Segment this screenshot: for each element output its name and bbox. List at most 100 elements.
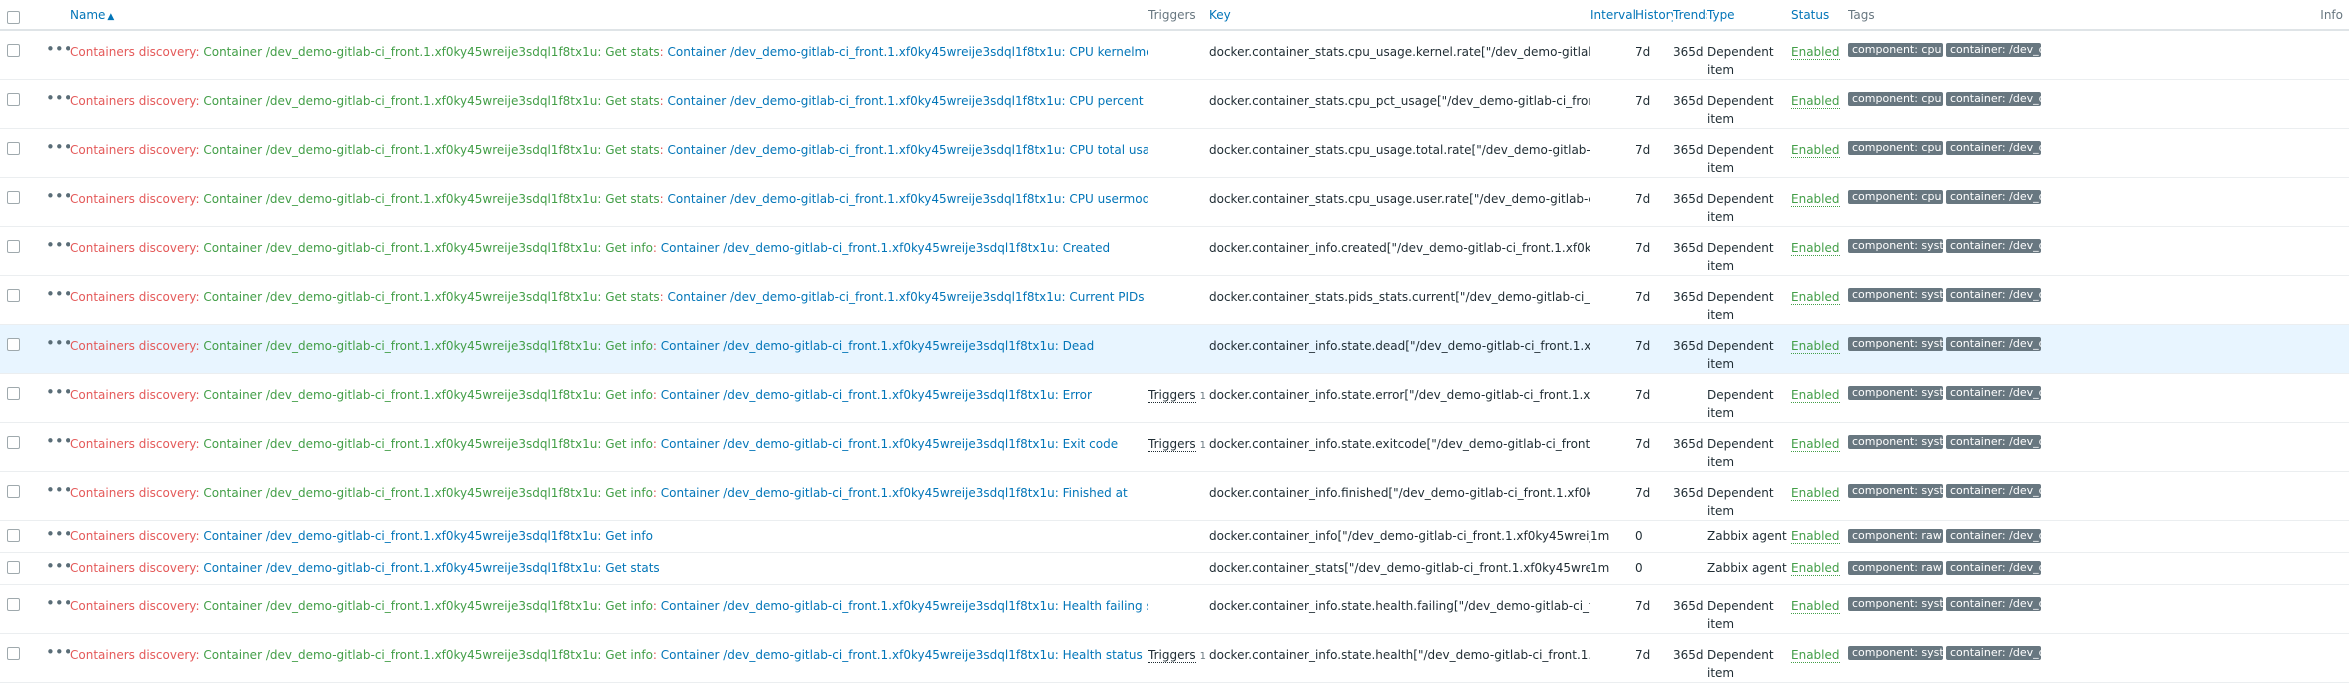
- more-actions-icon[interactable]: •••: [40, 634, 70, 661]
- discovery-rule-link[interactable]: Containers discovery: [70, 529, 196, 543]
- tag-badge[interactable]: component: cpu: [1848, 190, 1943, 204]
- discovery-rule-link[interactable]: Containers discovery: [70, 599, 196, 613]
- status-toggle[interactable]: Enabled: [1791, 437, 1840, 452]
- tag-badge[interactable]: component: system: [1848, 435, 1943, 449]
- more-actions-icon[interactable]: •••: [40, 129, 70, 156]
- more-actions-icon[interactable]: •••: [40, 31, 70, 58]
- more-actions-icon[interactable]: •••: [40, 276, 70, 303]
- item-name-link[interactable]: Container /dev_demo-gitlab-ci_front.1.xf…: [668, 290, 1148, 304]
- tag-badge[interactable]: container: /dev_demo-...: [1946, 288, 2041, 302]
- row-checkbox[interactable]: [7, 191, 20, 204]
- master-item-link[interactable]: Container /dev_demo-gitlab-ci_front.1.xf…: [203, 486, 653, 500]
- tag-badge[interactable]: container: /dev_demo-...: [1946, 43, 2041, 57]
- discovery-rule-link[interactable]: Containers discovery: [70, 45, 196, 59]
- tag-badge[interactable]: component: system: [1848, 484, 1943, 498]
- discovery-rule-link[interactable]: Containers discovery: [70, 486, 196, 500]
- key-column-header[interactable]: Key: [1209, 0, 1590, 31]
- status-column-header[interactable]: Status: [1791, 0, 1848, 31]
- tag-badge[interactable]: container: /dev_demo-...: [1946, 646, 2041, 660]
- tag-badge[interactable]: container: /dev_demo-...: [1946, 92, 2041, 106]
- item-name-link[interactable]: Container /dev_demo-gitlab-ci_front.1.xf…: [203, 561, 659, 575]
- item-name-link[interactable]: Container /dev_demo-gitlab-ci_front.1.xf…: [668, 45, 1148, 59]
- status-toggle[interactable]: Enabled: [1791, 192, 1840, 207]
- name-column-header[interactable]: Name ▲: [70, 0, 1148, 31]
- item-name-link[interactable]: Container /dev_demo-gitlab-ci_front.1.xf…: [661, 241, 1110, 255]
- tag-badge[interactable]: container: /dev_demo-...: [1946, 435, 2041, 449]
- discovery-rule-link[interactable]: Containers discovery: [70, 561, 196, 575]
- master-item-link[interactable]: Container /dev_demo-gitlab-ci_front.1.xf…: [203, 437, 653, 451]
- tag-badge[interactable]: component: system: [1848, 337, 1943, 351]
- more-actions-icon[interactable]: •••: [40, 521, 70, 543]
- more-actions-icon[interactable]: •••: [40, 325, 70, 352]
- triggers-link[interactable]: Triggers: [1148, 388, 1196, 403]
- row-checkbox[interactable]: [7, 529, 20, 542]
- more-actions-icon[interactable]: •••: [40, 80, 70, 107]
- status-toggle[interactable]: Enabled: [1791, 486, 1840, 501]
- discovery-rule-link[interactable]: Containers discovery: [70, 388, 196, 402]
- tag-badge[interactable]: container: /dev_demo-...: [1946, 386, 2041, 400]
- item-name-link[interactable]: Container /dev_demo-gitlab-ci_front.1.xf…: [661, 648, 1143, 662]
- master-item-link[interactable]: Container /dev_demo-gitlab-ci_front.1.xf…: [203, 241, 653, 255]
- row-checkbox[interactable]: [7, 436, 20, 449]
- row-checkbox[interactable]: [7, 240, 20, 253]
- tag-badge[interactable]: component: system: [1848, 288, 1943, 302]
- discovery-rule-link[interactable]: Containers discovery: [70, 648, 196, 662]
- item-name-link[interactable]: Container /dev_demo-gitlab-ci_front.1.xf…: [668, 192, 1148, 206]
- type-column-header[interactable]: Type: [1707, 0, 1791, 31]
- tag-badge[interactable]: component: cpu: [1848, 43, 1943, 57]
- master-item-link[interactable]: Container /dev_demo-gitlab-ci_front.1.xf…: [203, 599, 653, 613]
- item-name-link[interactable]: Container /dev_demo-gitlab-ci_front.1.xf…: [661, 486, 1128, 500]
- item-name-link[interactable]: Container /dev_demo-gitlab-ci_front.1.xf…: [668, 94, 1148, 108]
- tag-badge[interactable]: component: system: [1848, 597, 1943, 611]
- trends-column-header[interactable]: Trends: [1673, 0, 1707, 31]
- master-item-link[interactable]: Container /dev_demo-gitlab-ci_front.1.xf…: [203, 388, 653, 402]
- status-toggle[interactable]: Enabled: [1791, 45, 1840, 60]
- row-checkbox[interactable]: [7, 387, 20, 400]
- row-checkbox[interactable]: [7, 289, 20, 302]
- row-checkbox[interactable]: [7, 485, 20, 498]
- tag-badge[interactable]: component: cpu: [1848, 92, 1943, 106]
- more-actions-icon[interactable]: •••: [40, 585, 70, 612]
- status-toggle[interactable]: Enabled: [1791, 388, 1840, 403]
- tag-badge[interactable]: container: /dev_demo-...: [1946, 190, 2041, 204]
- select-all-checkbox[interactable]: [7, 10, 20, 24]
- more-actions-icon[interactable]: •••: [40, 227, 70, 254]
- tag-badge[interactable]: container: /dev_demo-...: [1946, 141, 2041, 155]
- discovery-rule-link[interactable]: Containers discovery: [70, 339, 196, 353]
- discovery-rule-link[interactable]: Containers discovery: [70, 437, 196, 451]
- master-item-link[interactable]: Container /dev_demo-gitlab-ci_front.1.xf…: [203, 339, 653, 353]
- item-name-link[interactable]: Container /dev_demo-gitlab-ci_front.1.xf…: [668, 143, 1148, 157]
- status-toggle[interactable]: Enabled: [1791, 143, 1840, 158]
- item-name-link[interactable]: Container /dev_demo-gitlab-ci_front.1.xf…: [661, 437, 1118, 451]
- master-item-link[interactable]: Container /dev_demo-gitlab-ci_front.1.xf…: [203, 45, 659, 59]
- tag-badge[interactable]: component: system: [1848, 386, 1943, 400]
- status-toggle[interactable]: Enabled: [1791, 290, 1840, 305]
- more-actions-icon[interactable]: •••: [40, 178, 70, 205]
- status-toggle[interactable]: Enabled: [1791, 561, 1840, 576]
- item-name-link[interactable]: Container /dev_demo-gitlab-ci_front.1.xf…: [203, 529, 653, 543]
- status-toggle[interactable]: Enabled: [1791, 529, 1840, 544]
- master-item-link[interactable]: Container /dev_demo-gitlab-ci_front.1.xf…: [203, 143, 659, 157]
- row-checkbox[interactable]: [7, 561, 20, 574]
- master-item-link[interactable]: Container /dev_demo-gitlab-ci_front.1.xf…: [203, 94, 659, 108]
- row-checkbox[interactable]: [7, 142, 20, 155]
- discovery-rule-link[interactable]: Containers discovery: [70, 290, 196, 304]
- tag-badge[interactable]: component: raw: [1848, 529, 1943, 543]
- more-actions-icon[interactable]: •••: [40, 553, 70, 575]
- status-toggle[interactable]: Enabled: [1791, 94, 1840, 109]
- tag-badge[interactable]: container: /dev_demo-...: [1946, 597, 2041, 611]
- row-checkbox[interactable]: [7, 44, 20, 57]
- item-name-link[interactable]: Container /dev_demo-gitlab-ci_front.1.xf…: [661, 388, 1092, 402]
- master-item-link[interactable]: Container /dev_demo-gitlab-ci_front.1.xf…: [203, 648, 653, 662]
- interval-column-header[interactable]: Interval: [1590, 0, 1635, 31]
- status-toggle[interactable]: Enabled: [1791, 339, 1840, 354]
- status-toggle[interactable]: Enabled: [1791, 648, 1840, 663]
- row-checkbox[interactable]: [7, 598, 20, 611]
- tag-badge[interactable]: container: /dev_demo-...: [1946, 239, 2041, 253]
- tag-badge[interactable]: component: raw: [1848, 561, 1943, 575]
- tag-badge[interactable]: container: /dev_demo-...: [1946, 561, 2041, 575]
- triggers-link[interactable]: Triggers: [1148, 648, 1196, 663]
- row-checkbox[interactable]: [7, 647, 20, 660]
- row-checkbox[interactable]: [7, 93, 20, 106]
- discovery-rule-link[interactable]: Containers discovery: [70, 94, 196, 108]
